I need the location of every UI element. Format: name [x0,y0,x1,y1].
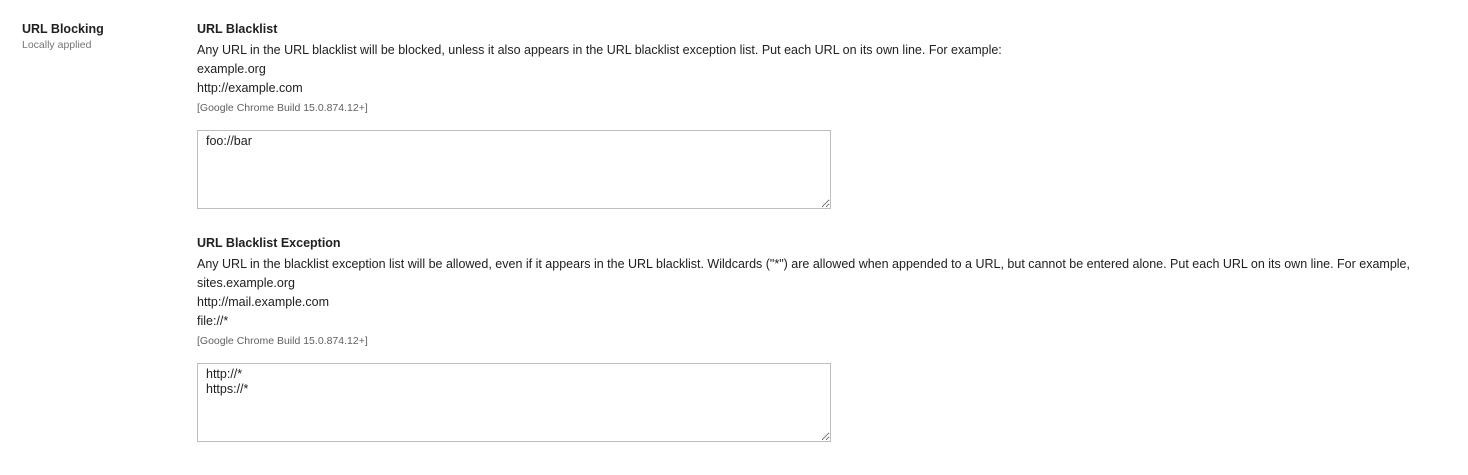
setting-title: URL Blacklist [197,22,278,36]
example-url: example.org [197,62,266,76]
setting-description: Any URL in the blacklist exception list … [197,255,1459,331]
section-title: URL Blocking [22,22,104,36]
url-blacklist-textarea[interactable] [197,130,831,209]
setting-url-blacklist: URL Blacklist Any URL in the URL blackli… [197,22,1459,209]
url-blacklist-exception-textarea[interactable] [197,363,831,442]
setting-title: URL Blacklist Exception [197,236,341,250]
section-header: URL Blocking Locally applied [22,22,104,52]
section-subtitle: Locally applied [22,39,92,51]
example-url: file://* [197,314,229,328]
description-text: Any URL in the URL blacklist will be blo… [197,43,1002,57]
setting-url-blacklist-exception: URL Blacklist Exception Any URL in the b… [197,236,1459,442]
example-url: sites.example.org [197,276,295,290]
build-note: [Google Chrome Build 15.0.874.12+] [197,102,368,114]
build-note: [Google Chrome Build 15.0.874.12+] [197,335,368,347]
example-url: http://example.com [197,81,303,95]
description-text: Any URL in the blacklist exception list … [197,257,1410,271]
example-url: http://mail.example.com [197,295,329,309]
setting-description: Any URL in the URL blacklist will be blo… [197,41,1459,98]
